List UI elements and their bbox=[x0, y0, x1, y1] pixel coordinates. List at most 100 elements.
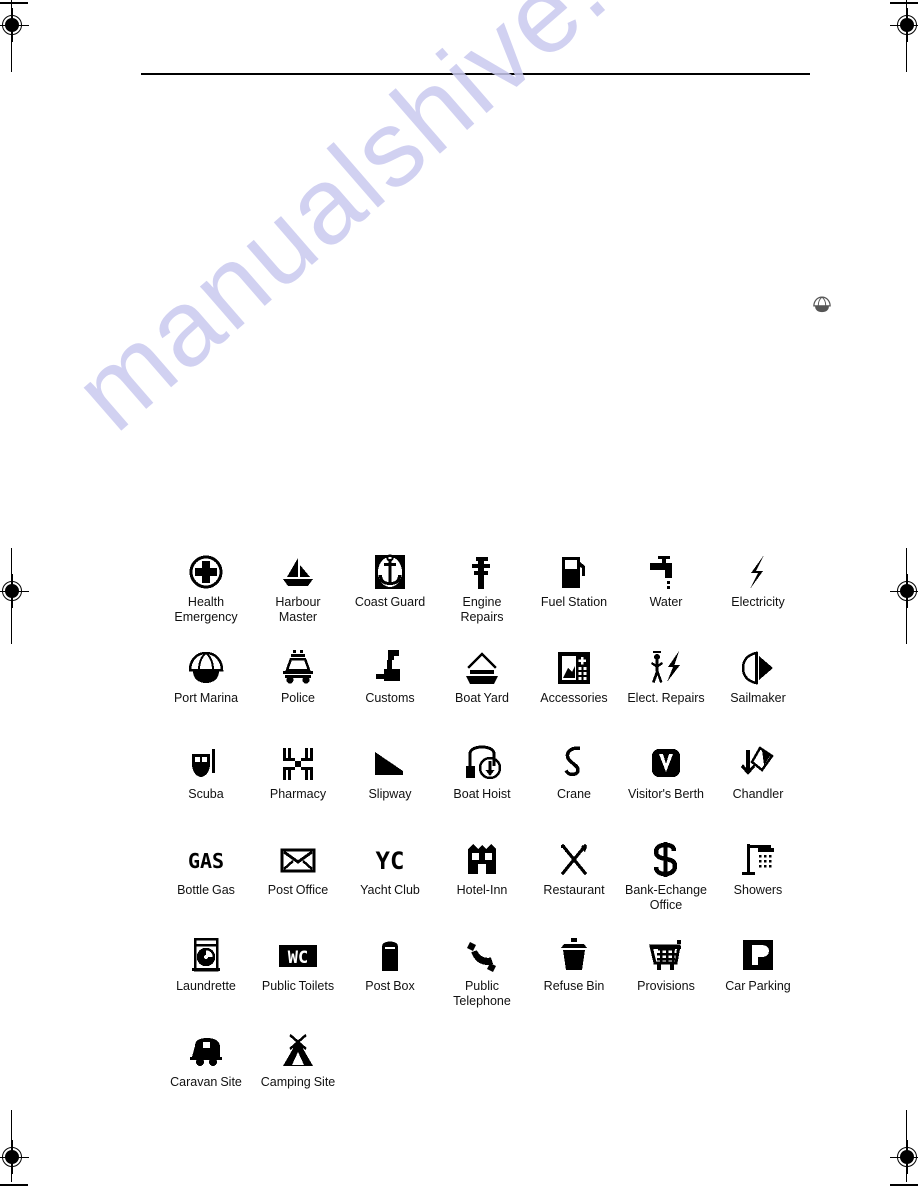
legend-item-visitors-berth[interactable]: Visitor's Berth bbox=[620, 740, 712, 836]
legend-label: Restaurant bbox=[543, 883, 605, 897]
legend-item-harbour-master[interactable]: Harbour Master bbox=[252, 548, 344, 644]
legend-item-police[interactable]: Police bbox=[252, 644, 344, 740]
registration-mark-middle-right bbox=[890, 574, 918, 608]
legend-item-fuel-station[interactable]: Fuel Station bbox=[528, 548, 620, 644]
registration-hairline-v bbox=[906, 574, 908, 608]
yacht-club-icon: YC bbox=[367, 836, 413, 880]
crop-line-bottom-right-v bbox=[906, 1110, 907, 1182]
harbour-master-icon bbox=[278, 548, 318, 592]
registration-hairline-v bbox=[906, 1140, 908, 1174]
registration-dot bbox=[900, 584, 914, 598]
legend-label: Port Marina bbox=[173, 691, 239, 705]
legend-item-engine-repairs[interactable]: Engine Repairs bbox=[436, 548, 528, 644]
legend-label: Health Emergency bbox=[174, 595, 238, 624]
caravan-site-icon bbox=[186, 1028, 226, 1072]
legend-item-accessories[interactable]: Accessories bbox=[528, 644, 620, 740]
registration-ring bbox=[2, 581, 22, 601]
legend-item-bank-exchange-office[interactable]: Bank-Echange Office bbox=[620, 836, 712, 932]
legend-item-scuba[interactable]: Scuba bbox=[160, 740, 252, 836]
coast-guard-icon bbox=[370, 548, 410, 592]
legend-item-chandler[interactable]: Chandler bbox=[712, 740, 804, 836]
hotel-inn-icon bbox=[462, 836, 502, 880]
legend-item-car-parking[interactable]: Car Parking bbox=[712, 932, 804, 1028]
electricity-icon bbox=[738, 548, 778, 592]
engine-repairs-icon bbox=[462, 548, 502, 592]
legend-label: Chandler bbox=[732, 787, 784, 801]
registration-hairline-v bbox=[11, 1140, 13, 1174]
registration-hairline-h bbox=[890, 590, 918, 592]
refuse-bin-icon bbox=[554, 932, 594, 976]
health-emergency-icon bbox=[186, 548, 226, 592]
registration-dot bbox=[5, 1150, 19, 1164]
legend-row: Port Marina Police Customs Boat Yard Acc… bbox=[160, 644, 810, 740]
legend-label: Boat Yard bbox=[455, 691, 509, 705]
crop-line-bottom-left-v bbox=[11, 1110, 12, 1182]
legend-item-post-box[interactable]: Post Box bbox=[344, 932, 436, 1028]
legend-item-bottle-gas[interactable]: GAS Bottle Gas bbox=[160, 836, 252, 932]
legend-item-yacht-club[interactable]: YC Yacht Club bbox=[344, 836, 436, 932]
legend-item-electricity[interactable]: Electricity bbox=[712, 548, 804, 644]
water-icon bbox=[646, 548, 686, 592]
legend-label: Bottle Gas bbox=[177, 883, 235, 897]
registration-ring bbox=[897, 1147, 917, 1167]
customs-icon bbox=[370, 644, 410, 688]
legend-row: Caravan Site Camping Site bbox=[160, 1028, 810, 1124]
legend-label: Visitor's Berth bbox=[628, 787, 704, 801]
slipway-icon bbox=[370, 740, 410, 784]
registration-ring bbox=[2, 1147, 22, 1167]
legend-label: Crane bbox=[556, 787, 592, 801]
legend-item-restaurant[interactable]: Restaurant bbox=[528, 836, 620, 932]
legend-label: Laundrette bbox=[176, 979, 236, 993]
crop-line-middle-right-v bbox=[906, 548, 907, 644]
legend-item-camping-site[interactable]: Camping Site bbox=[252, 1028, 344, 1124]
registration-hairline-v bbox=[906, 8, 908, 42]
legend-item-coast-guard[interactable]: Coast Guard bbox=[344, 548, 436, 644]
crop-line-top-left-h bbox=[0, 2, 28, 4]
legend-label: Water bbox=[649, 595, 683, 609]
legend-item-laundrette[interactable]: Laundrette bbox=[160, 932, 252, 1028]
registration-mark-middle-left bbox=[0, 574, 29, 608]
public-telephone-icon bbox=[462, 932, 502, 976]
legend-row: Scuba Pharmacy Slipway Boat Hoist Crane … bbox=[160, 740, 810, 836]
legend-item-boat-hoist[interactable]: Boat Hoist bbox=[436, 740, 528, 836]
registration-dot bbox=[900, 18, 914, 32]
legend-item-hotel-inn[interactable]: Hotel-Inn bbox=[436, 836, 528, 932]
legend-item-water[interactable]: Water bbox=[620, 548, 712, 644]
post-box-icon bbox=[370, 932, 410, 976]
legend-label: Camping Site bbox=[260, 1075, 336, 1089]
legend-item-pharmacy[interactable]: Pharmacy bbox=[252, 740, 344, 836]
legend-item-post-office[interactable]: Post Office bbox=[252, 836, 344, 932]
legend-item-public-toilets[interactable]: WC Public Toilets bbox=[252, 932, 344, 1028]
legend-item-showers[interactable]: Showers bbox=[712, 836, 804, 932]
legend-row: Health Emergency Harbour Master Coast Gu… bbox=[160, 548, 810, 644]
legend-label: Public Telephone bbox=[453, 979, 511, 1008]
boat-yard-icon bbox=[462, 644, 502, 688]
legend-item-health-emergency[interactable]: Health Emergency bbox=[160, 548, 252, 644]
legend-row: Laundrette WC Public Toilets Post Box Pu… bbox=[160, 932, 810, 1028]
legend-item-refuse-bin[interactable]: Refuse Bin bbox=[528, 932, 620, 1028]
legend-item-boat-yard[interactable]: Boat Yard bbox=[436, 644, 528, 740]
legend-item-sailmaker[interactable]: Sailmaker bbox=[712, 644, 804, 740]
legend-label: Bank-Echange Office bbox=[624, 883, 707, 912]
legend-item-customs[interactable]: Customs bbox=[344, 644, 436, 740]
legend-item-caravan-site[interactable]: Caravan Site bbox=[160, 1028, 252, 1124]
legend-item-crane[interactable]: Crane bbox=[528, 740, 620, 836]
legend-label: Post Box bbox=[365, 979, 415, 993]
registration-hairline-h bbox=[0, 590, 29, 592]
crop-line-top-left-v bbox=[11, 0, 12, 72]
fuel-station-icon bbox=[554, 548, 594, 592]
legend-item-port-marina[interactable]: Port Marina bbox=[160, 644, 252, 740]
legend-label: Pharmacy bbox=[269, 787, 327, 801]
legend-label: Coast Guard bbox=[354, 595, 426, 609]
legend-label: Engine Repairs bbox=[460, 595, 504, 624]
legend-item-slipway[interactable]: Slipway bbox=[344, 740, 436, 836]
legend-item-public-telephone[interactable]: Public Telephone bbox=[436, 932, 528, 1028]
registration-ring bbox=[2, 15, 22, 35]
crop-line-top-right-v bbox=[906, 0, 907, 72]
header-rule bbox=[141, 73, 810, 75]
registration-hairline-h bbox=[0, 1156, 29, 1158]
registration-hairline-h bbox=[0, 24, 29, 26]
legend-item-elect-repairs[interactable]: Elect. Repairs bbox=[620, 644, 712, 740]
legend-item-provisions[interactable]: Provisions bbox=[620, 932, 712, 1028]
legend-label: Scuba bbox=[188, 787, 224, 801]
